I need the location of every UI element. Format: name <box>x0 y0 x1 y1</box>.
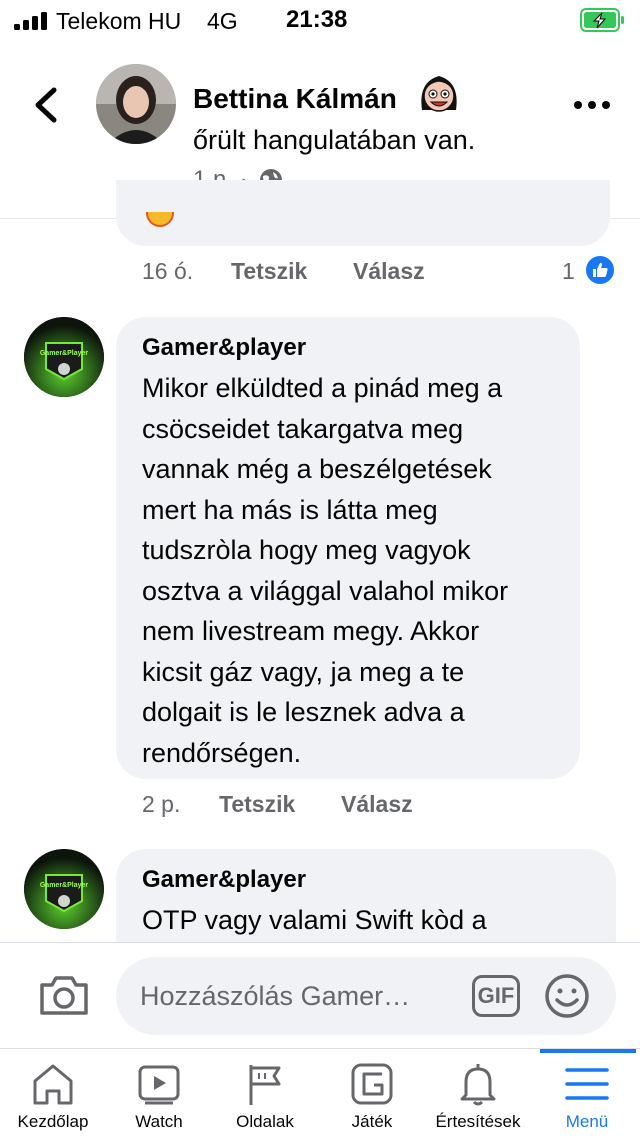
network-type: 4G <box>207 8 238 34</box>
comment-text: Mikor elküldted a pinád meg a csöcseidet… <box>142 373 509 768</box>
carrier-name: Telekom HU <box>56 8 182 34</box>
thumbs-up-icon <box>584 254 616 286</box>
comment-input[interactable]: Hozzászólás Gamer… GIF <box>116 957 616 1035</box>
comment-input-placeholder: Hozzászólás Gamer… <box>140 981 411 1011</box>
tab-notifications[interactable]: Értesítések <box>425 1049 531 1136</box>
emoji-icon[interactable] <box>544 973 590 1019</box>
mood-status: őrült hangulatában van. <box>193 125 476 155</box>
author-name[interactable]: Bettina Kálmán <box>193 83 397 115</box>
author-avatar[interactable] <box>96 64 176 144</box>
comment-text: OTP vagy valami Swift kòd a <box>142 905 487 935</box>
bottom-tab-bar: Kezdőlap Watch Oldalak Játék Értesítések… <box>0 1048 640 1136</box>
tab-label: Oldalak <box>236 1112 294 1131</box>
tab-menu[interactable]: Menü <box>534 1049 640 1136</box>
tab-home[interactable]: Kezdőlap <box>0 1049 106 1136</box>
gif-button[interactable]: GIF <box>472 975 520 1017</box>
commenter-avatar[interactable]: Gamer&Player <box>24 317 104 397</box>
comment-time: 2 p. <box>142 791 181 817</box>
previous-comment-actions: 16 ó. Tetszik Válasz <box>142 258 462 288</box>
previous-comment-bubble[interactable] <box>116 180 610 246</box>
like-button[interactable]: Tetszik <box>231 258 307 285</box>
menu-icon <box>565 1068 609 1100</box>
reply-button[interactable]: Válasz <box>341 791 413 818</box>
comment-author[interactable]: Gamer&player <box>142 334 306 362</box>
crazy-face-emoji-icon <box>421 76 457 112</box>
video-icon <box>138 1065 180 1105</box>
camera-icon[interactable] <box>38 973 90 1017</box>
tab-label: Watch <box>135 1112 183 1131</box>
battery-charging-icon <box>580 8 624 32</box>
like-button[interactable]: Tetszik <box>219 791 295 818</box>
reply-button[interactable]: Válasz <box>353 258 425 285</box>
tab-label: Menü <box>565 1112 609 1131</box>
tab-watch[interactable]: Watch <box>106 1049 212 1136</box>
comment-author[interactable]: Gamer&player <box>142 866 306 894</box>
bell-icon <box>460 1064 496 1106</box>
tab-pages[interactable]: Oldalak <box>212 1049 318 1136</box>
svg-text:Gamer&Player: Gamer&Player <box>40 350 89 357</box>
tab-label: Értesítések <box>435 1112 521 1131</box>
tab-label: Kezdőlap <box>17 1112 89 1131</box>
more-options-icon[interactable] <box>572 95 612 115</box>
tab-label: Játék <box>351 1112 393 1131</box>
status-bar: Telekom HU 4G 21:38 <box>0 0 640 40</box>
status-clock: 21:38 <box>286 6 348 33</box>
comment-composer: Hozzászólás Gamer… GIF <box>0 942 640 1048</box>
gaming-icon <box>351 1063 393 1105</box>
back-arrow-icon[interactable] <box>26 80 66 130</box>
commenter-avatar[interactable]: Gamer&Player <box>24 849 104 929</box>
reaction-count[interactable]: 1 <box>562 258 575 285</box>
svg-text:Gamer&Player: Gamer&Player <box>40 882 89 889</box>
comment-bubble[interactable]: Gamer&player Mikor elküldted a pinád meg… <box>116 317 580 779</box>
tab-gaming[interactable]: Játék <box>319 1049 425 1136</box>
comment-actions: 2 p. Tetszik Válasz <box>142 791 462 821</box>
reaction-emoji-icon <box>146 212 174 227</box>
comment-time: 16 ó. <box>142 258 194 284</box>
signal-strength-icon <box>14 12 50 30</box>
home-icon <box>33 1064 73 1105</box>
flag-icon <box>249 1065 281 1105</box>
